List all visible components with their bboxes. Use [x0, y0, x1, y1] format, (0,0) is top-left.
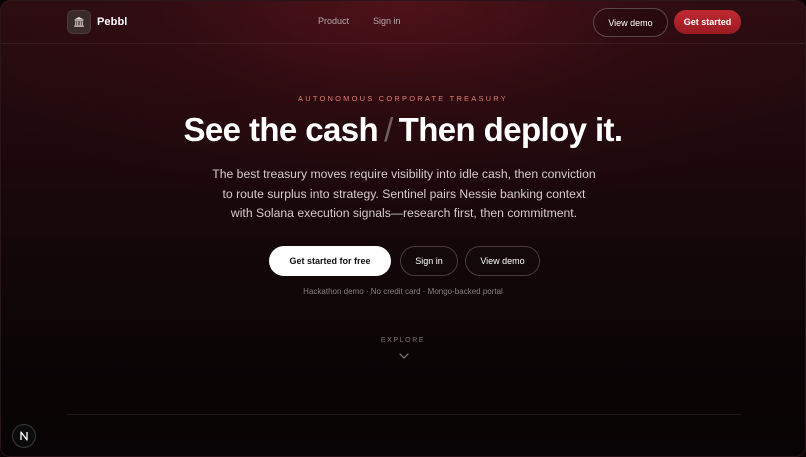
hero-sign-in-button[interactable]: Sign in	[400, 246, 458, 276]
subcopy-line-1: The best treasury moves require visibili…	[212, 167, 596, 181]
hero-fineprint: Hackathon demo · No credit card · Mongo-…	[303, 287, 503, 296]
top-nav: Pebbl Product Sign in View demo Get star…	[1, 1, 805, 44]
nav-links: Product Sign in	[318, 16, 401, 26]
nav-link-product[interactable]: Product	[318, 16, 349, 26]
nextjs-badge-icon[interactable]	[12, 424, 36, 448]
nav-link-sign-in[interactable]: Sign in	[373, 16, 401, 26]
hero-view-demo-button[interactable]: View demo	[465, 246, 540, 276]
hero-subcopy: The best treasury moves require visibili…	[201, 165, 607, 224]
get-started-button[interactable]: Get started	[674, 10, 741, 34]
brand-name: Pebbl	[97, 16, 128, 28]
cta-row: Get started for free Sign in View demo	[1, 246, 805, 276]
bank-icon	[67, 10, 91, 34]
subcopy-line-2: to route surplus into strategy. Sentinel…	[222, 186, 586, 201]
explore-label[interactable]: EXPLORE	[1, 337, 805, 344]
hero-headline: See the cash / Then deploy it.	[1, 111, 805, 149]
headline-separator: /	[384, 111, 393, 148]
subcopy-line-3: with Solana execution signals—research f…	[230, 206, 578, 220]
headline-part-1: See the cash	[183, 111, 379, 148]
hero-eyebrow: AUTONOMOUS CORPORATE TREASURY	[298, 94, 508, 103]
get-started-free-button[interactable]: Get started for free	[269, 246, 391, 276]
view-demo-button[interactable]: View demo	[593, 8, 668, 37]
section-divider	[67, 414, 741, 415]
landing-page: Pebbl Product Sign in View demo Get star…	[0, 0, 806, 457]
brand-logo[interactable]: Pebbl	[67, 10, 127, 34]
headline-part-2: Then deploy it.	[398, 111, 623, 148]
chevron-down-icon[interactable]	[399, 352, 409, 360]
